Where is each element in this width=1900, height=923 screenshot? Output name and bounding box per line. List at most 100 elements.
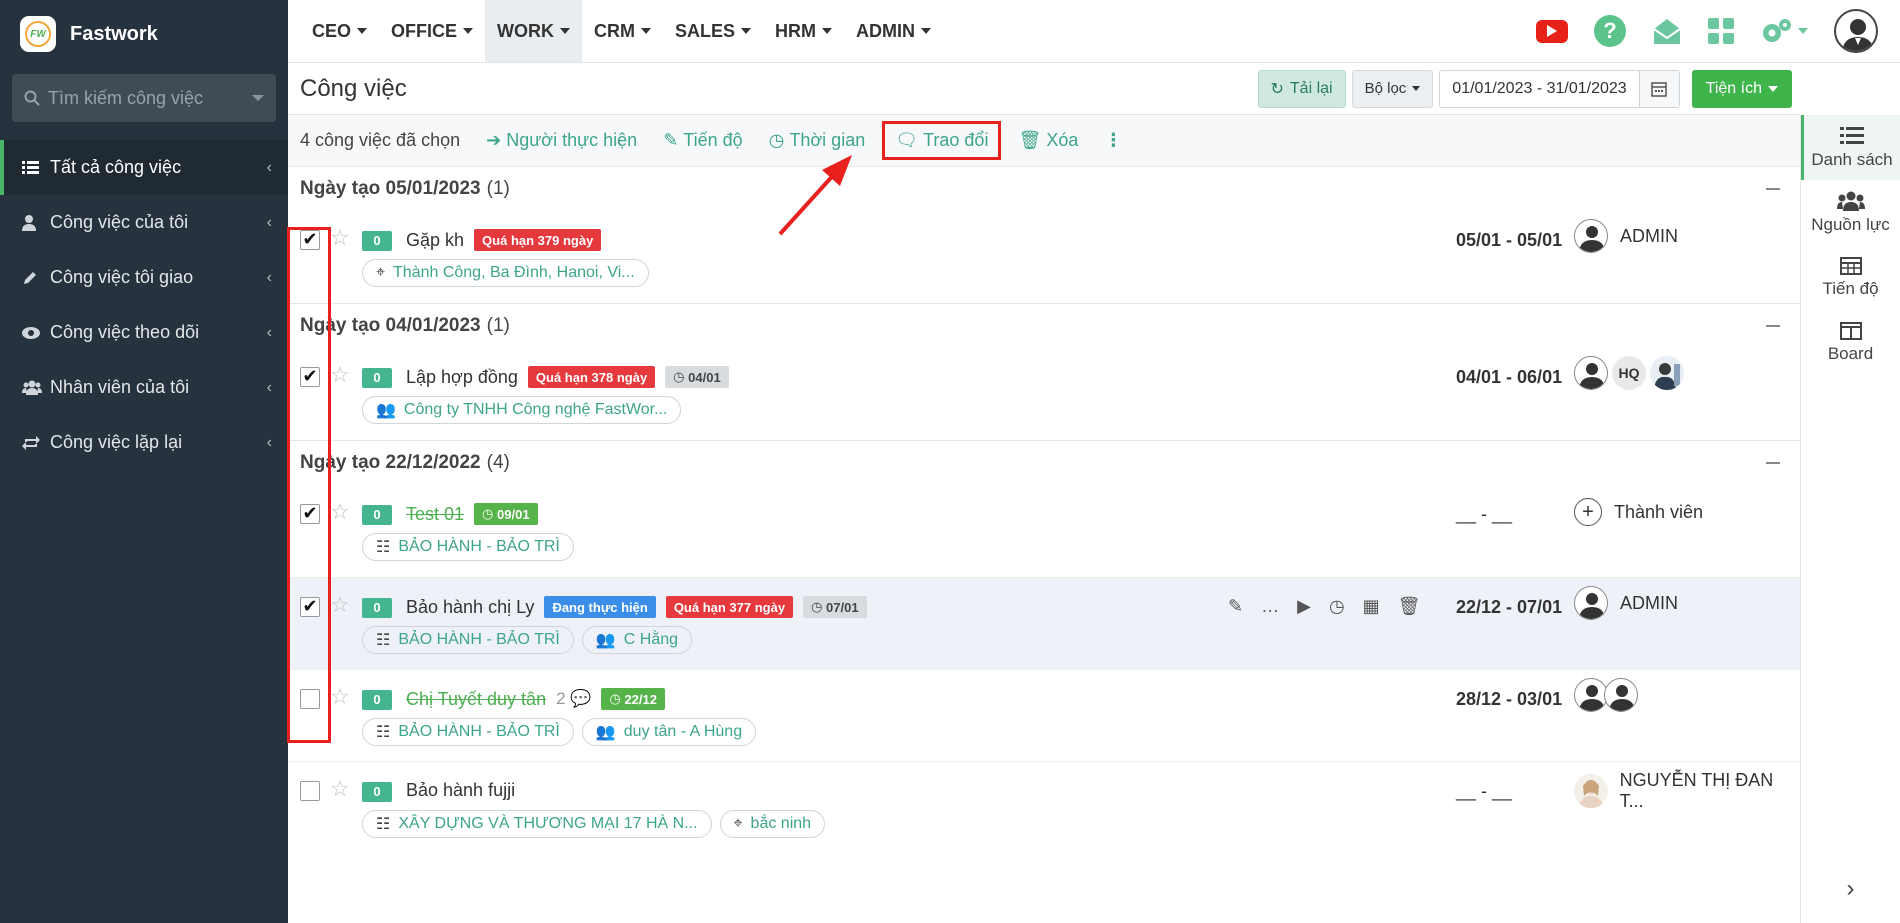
- calendar-icon[interactable]: [1638, 70, 1679, 107]
- sidebar-item-assigned-tasks[interactable]: Công việc tôi giao ‹: [0, 250, 288, 305]
- task-row[interactable]: ☆ 0 Bảo hành fujji ☷ XÂY DỰNG VÀ THƯƠNG M…: [288, 761, 1800, 853]
- sidebar-item-all-tasks[interactable]: Tất cả công việc ‹: [0, 140, 288, 195]
- task-name[interactable]: Test 01: [406, 504, 464, 525]
- menu-office[interactable]: OFFICE: [379, 0, 485, 62]
- task-name[interactable]: Gặp kh: [406, 230, 464, 251]
- chevron-left-icon: ‹: [266, 158, 272, 176]
- settings-gear-icon[interactable]: [1760, 17, 1808, 45]
- menu-hrm[interactable]: HRM: [763, 0, 844, 62]
- menu-crm[interactable]: CRM: [582, 0, 663, 62]
- youtube-icon[interactable]: [1536, 19, 1568, 43]
- clock-icon: ◷: [768, 130, 785, 150]
- chevron-down-icon[interactable]: [252, 95, 264, 101]
- sidebar-item-label: Công việc của tôi: [50, 212, 189, 232]
- view-resources[interactable]: Nguồn lực: [1801, 180, 1900, 245]
- more-icon[interactable]: …: [1261, 596, 1279, 617]
- clock-icon[interactable]: ◷: [1329, 596, 1345, 617]
- collapse-icon[interactable]: [1766, 188, 1780, 190]
- sidebar-item-recurring-tasks[interactable]: Công việc lặp lại ‹: [0, 415, 288, 470]
- task-row[interactable]: ✔ ☆ 0 Bảo hành chị Ly Đang thực hiện Quá…: [288, 577, 1800, 669]
- collapse-icon[interactable]: [1766, 325, 1780, 327]
- play-icon[interactable]: ▶: [1297, 596, 1311, 617]
- department-chip[interactable]: ☷ XÂY DỰNG VÀ THƯƠNG MẠI 17 HÀ N...: [362, 810, 712, 838]
- task-search-input[interactable]: Tìm kiếm công việc: [12, 74, 276, 122]
- view-board[interactable]: Board: [1801, 310, 1900, 375]
- department-chip[interactable]: ☷ BẢO HÀNH - BẢO TRÌ: [362, 533, 574, 561]
- search-icon: [24, 90, 40, 106]
- star-icon[interactable]: ☆: [330, 225, 350, 251]
- comments-icon: 💬: [570, 689, 592, 708]
- date-range-picker[interactable]: 01/01/2023 - 31/01/2023: [1439, 69, 1680, 108]
- set-time-button[interactable]: ◷ Thời gian: [769, 130, 866, 151]
- delete-button[interactable]: 🗑 Xóa: [1018, 130, 1078, 151]
- menu-work[interactable]: WORK: [485, 0, 583, 62]
- star-icon[interactable]: ☆: [330, 684, 350, 710]
- assign-assignee-button[interactable]: ➔ Người thực hiện: [486, 130, 637, 151]
- customer-chip[interactable]: 👥 Công ty TNHH Công nghệ FastWor...: [362, 396, 682, 424]
- menu-sales[interactable]: SALES: [663, 0, 763, 62]
- help-icon[interactable]: ?: [1594, 15, 1626, 47]
- task-name[interactable]: Bảo hành fujji: [406, 780, 515, 801]
- add-member-button[interactable]: + Thành viên: [1574, 498, 1703, 526]
- customer-chip[interactable]: 👥 C Hằng: [581, 626, 693, 654]
- view-list[interactable]: Danh sách: [1801, 115, 1900, 180]
- pencil-icon: ✎: [663, 130, 679, 150]
- group-count: (4): [486, 452, 510, 473]
- department-chip[interactable]: ☷ BẢO HÀNH - BẢO TRÌ: [362, 626, 574, 654]
- menu-admin[interactable]: ADMIN: [844, 0, 943, 62]
- apps-grid-icon[interactable]: [1708, 18, 1734, 44]
- clock-icon: ◷: [673, 369, 689, 384]
- utilities-button[interactable]: Tiện ích: [1691, 69, 1792, 108]
- task-row[interactable]: ✔ ☆ 0 Test 01 ◷ 09/01 ☷ BẢO HÀNH - BẢO TR…: [288, 485, 1800, 577]
- task-checkbox[interactable]: [300, 781, 320, 801]
- sidebar-item-followed-tasks[interactable]: Công việc theo dõi ‹: [0, 305, 288, 360]
- group-header[interactable]: Ngày tạo 04/01/2023 (1): [288, 304, 1800, 348]
- collapse-icon[interactable]: [1766, 462, 1780, 464]
- task-group: Ngày tạo 05/01/2023 (1) ✔ ☆ 0 Gặp kh Quá …: [288, 167, 1800, 304]
- update-progress-button[interactable]: ✎ Tiến độ: [663, 130, 742, 151]
- sidebar-item-my-tasks[interactable]: Công việc của tôi ‹: [0, 195, 288, 250]
- calendar-icon[interactable]: ▦: [1363, 596, 1380, 617]
- star-icon[interactable]: ☆: [330, 499, 350, 525]
- comment-count-value: 2: [556, 689, 566, 708]
- group-header[interactable]: Ngày tạo 22/12/2022 (4): [288, 441, 1800, 485]
- department-chip[interactable]: ☷ BẢO HÀNH - BẢO TRÌ: [362, 718, 574, 746]
- location-chip[interactable]: ⌖ Thành Công, Ba Đình, Hanoi, Vi...: [362, 259, 649, 287]
- task-dates: 22/12 - 07/01: [1456, 597, 1563, 617]
- task-name[interactable]: Chị Tuyết duy tân: [406, 689, 546, 710]
- avatar: [1574, 219, 1608, 253]
- task-row[interactable]: ☆ 0 Chị Tuyết duy tân 2 💬 ◷ 22/12 ☷ BẢO H…: [288, 669, 1800, 761]
- customer-chip[interactable]: 👥 duy tân - A Hùng: [581, 718, 757, 746]
- task-name[interactable]: Bảo hành chị Ly: [406, 597, 534, 618]
- brand[interactable]: FW Fastwork: [0, 0, 288, 68]
- chevron-right-icon[interactable]: ›: [1801, 875, 1900, 903]
- task-assignees[interactable]: ADMIN: [1574, 219, 1678, 253]
- star-icon[interactable]: ☆: [330, 362, 350, 388]
- discuss-button[interactable]: 🗨 Trao đổi: [882, 121, 1002, 160]
- task-assignees[interactable]: [1574, 678, 1638, 712]
- menu-ceo[interactable]: CEO: [300, 0, 379, 62]
- location-chip[interactable]: ⌖ bắc ninh: [719, 810, 826, 838]
- mail-open-icon[interactable]: [1652, 17, 1682, 45]
- task-assignees[interactable]: NGUYỄN THỊ ĐAN T...: [1574, 770, 1800, 812]
- star-icon[interactable]: ☆: [330, 776, 350, 802]
- task-assignees[interactable]: HQ: [1574, 356, 1684, 390]
- reload-button[interactable]: ↻ Tải lại: [1257, 69, 1346, 108]
- task-assignees[interactable]: ADMIN: [1574, 586, 1678, 620]
- task-name[interactable]: Lập hợp đồng: [406, 367, 518, 388]
- task-row[interactable]: ✔ ☆ 0 Gặp kh Quá hạn 379 ngày ⌖ Thành Côn…: [288, 211, 1800, 303]
- sidebar-item-my-staff[interactable]: Nhân viên của tôi ‹: [0, 360, 288, 415]
- more-actions-icon[interactable]: ⋮: [1104, 130, 1122, 151]
- comment-count[interactable]: 2 💬: [556, 689, 591, 709]
- chip-label: BẢO HÀNH - BẢO TRÌ: [398, 631, 560, 648]
- group-header[interactable]: Ngày tạo 05/01/2023 (1): [288, 167, 1800, 211]
- trash-icon[interactable]: 🗑: [1398, 596, 1421, 617]
- task-row[interactable]: ✔ ☆ 0 Lập hợp đồng Quá hạn 378 ngày ◷ 04…: [288, 348, 1800, 440]
- task-score: 0: [362, 231, 392, 251]
- view-progress[interactable]: Tiến độ: [1801, 245, 1900, 310]
- star-icon[interactable]: ☆: [330, 592, 350, 618]
- avatar-photo: [1650, 356, 1684, 390]
- user-avatar[interactable]: [1834, 9, 1878, 53]
- edit-icon[interactable]: ✎: [1228, 596, 1243, 617]
- filter-dropdown[interactable]: Bộ lọc: [1351, 69, 1434, 108]
